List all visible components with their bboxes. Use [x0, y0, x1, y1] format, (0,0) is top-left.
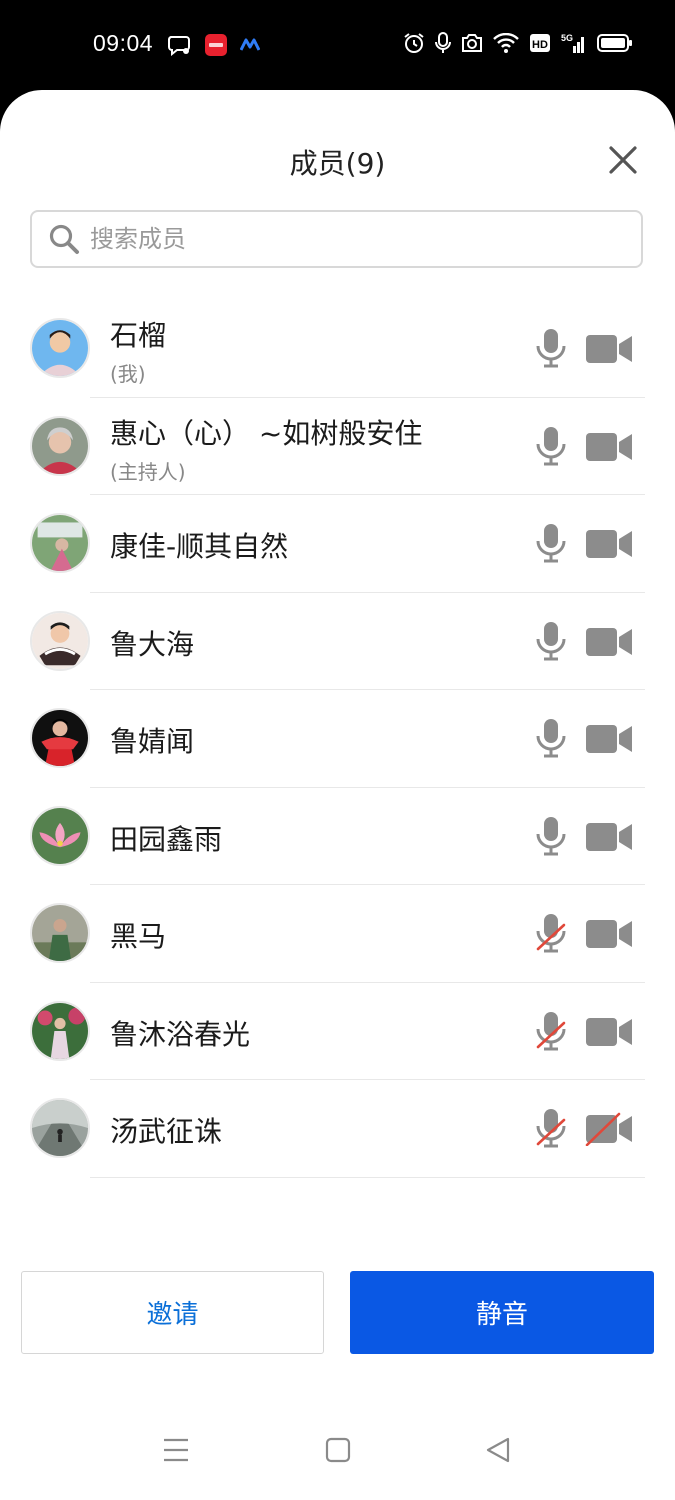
member-name: 黑马	[110, 920, 167, 953]
member-list: 石榴 (我) 惠心（心） ~如树般安住 (主持人) 康佳-顺其自然 鲁大海鲁婧闻田园鑫雨黑…	[0, 300, 675, 1178]
back-button[interactable]	[478, 1430, 518, 1470]
video-camera-icon[interactable]	[585, 1015, 633, 1049]
microphone-icon[interactable]	[535, 523, 567, 563]
member-name: 惠心（心） ~如树般安住	[110, 416, 423, 450]
member-name: 田园鑫雨	[110, 822, 223, 856]
avatar	[30, 513, 90, 573]
member-row[interactable]: 鲁婧闻	[0, 690, 675, 788]
video-off-icon[interactable]	[585, 1112, 633, 1147]
member-name: 鲁大海	[110, 627, 195, 661]
avatar	[30, 415, 90, 476]
mic-muted-icon[interactable]	[535, 1011, 567, 1051]
signal-5g-icon: 5G	[561, 32, 587, 54]
member-name: 石榴	[110, 319, 167, 352]
hd-icon: HD	[529, 33, 551, 53]
wifi-icon	[493, 33, 519, 53]
member-row[interactable]: 黑马	[0, 885, 675, 983]
member-row[interactable]: 石榴 (我)	[0, 300, 675, 398]
square-icon	[325, 1437, 351, 1463]
avatar	[30, 318, 90, 378]
microphone-icon[interactable]	[535, 718, 567, 758]
recent-apps-button[interactable]	[156, 1430, 196, 1470]
chat-bubble-icon	[168, 34, 192, 56]
search-input[interactable]	[88, 224, 612, 254]
back-triangle-icon	[486, 1437, 510, 1463]
member-row[interactable]: 鲁沐浴春光	[0, 983, 675, 1080]
microphone-icon	[435, 32, 451, 54]
close-button[interactable]	[607, 144, 639, 176]
video-camera-icon[interactable]	[585, 430, 633, 464]
sheet-title: 成员(9)	[289, 147, 386, 180]
search-icon	[48, 223, 80, 255]
navigation-bar	[0, 1410, 675, 1500]
video-camera-icon[interactable]	[585, 917, 633, 951]
microphone-icon[interactable]	[535, 621, 567, 661]
mic-muted-icon[interactable]	[535, 1108, 567, 1148]
close-icon	[609, 146, 637, 174]
member-name: 鲁婧闻	[110, 725, 195, 758]
member-name: 康佳-顺其自然	[110, 530, 289, 563]
members-sheet: 成员(9) 石榴 (我) 惠心（心） ~如树般安住 (主持人) 康佳-顺其自然鲁大海鲁婧…	[0, 90, 675, 1500]
app-badge-icon	[204, 33, 228, 57]
avatar	[30, 1000, 90, 1061]
microphone-icon[interactable]	[535, 328, 567, 368]
video-camera-icon[interactable]	[585, 527, 633, 561]
member-row[interactable]: 鲁大海	[0, 593, 675, 690]
video-camera-icon[interactable]	[585, 722, 633, 756]
member-name: 鲁沐浴春光	[110, 1017, 251, 1051]
avatar	[30, 805, 90, 866]
video-camera-icon[interactable]	[585, 625, 633, 659]
app-logo-icon	[240, 38, 260, 52]
status-time: 09:04	[93, 30, 154, 56]
member-role: (主持人)	[110, 459, 186, 484]
avatar	[30, 1098, 90, 1158]
invite-button[interactable]: 邀请	[21, 1271, 324, 1354]
mic-muted-icon[interactable]	[535, 913, 567, 953]
home-button[interactable]	[318, 1430, 358, 1470]
camera-icon	[461, 33, 483, 53]
hd-label: HD	[532, 39, 548, 51]
status-bar: 09:04 HD 5G	[0, 0, 675, 90]
avatar	[30, 610, 90, 671]
search-box[interactable]	[30, 210, 643, 268]
menu-icon	[164, 1438, 188, 1462]
battery-icon	[597, 33, 633, 53]
avatar	[30, 903, 90, 963]
alarm-icon	[403, 32, 425, 54]
mute-all-button[interactable]: 静音	[350, 1271, 654, 1354]
video-camera-icon[interactable]	[585, 820, 633, 854]
member-name: 汤武征诛	[110, 1115, 223, 1148]
member-role: (我)	[110, 362, 146, 386]
member-row[interactable]: 田园鑫雨	[0, 788, 675, 885]
member-row[interactable]: 康佳-顺其自然	[0, 495, 675, 593]
video-camera-icon[interactable]	[585, 332, 633, 366]
member-row[interactable]: 汤武征诛	[0, 1080, 675, 1178]
divider	[90, 1176, 645, 1178]
member-row[interactable]: 惠心（心） ~如树般安住 (主持人)	[0, 398, 675, 495]
microphone-icon[interactable]	[535, 426, 567, 466]
net-label: 5G	[561, 33, 573, 43]
microphone-icon[interactable]	[535, 816, 567, 856]
avatar	[30, 708, 90, 768]
